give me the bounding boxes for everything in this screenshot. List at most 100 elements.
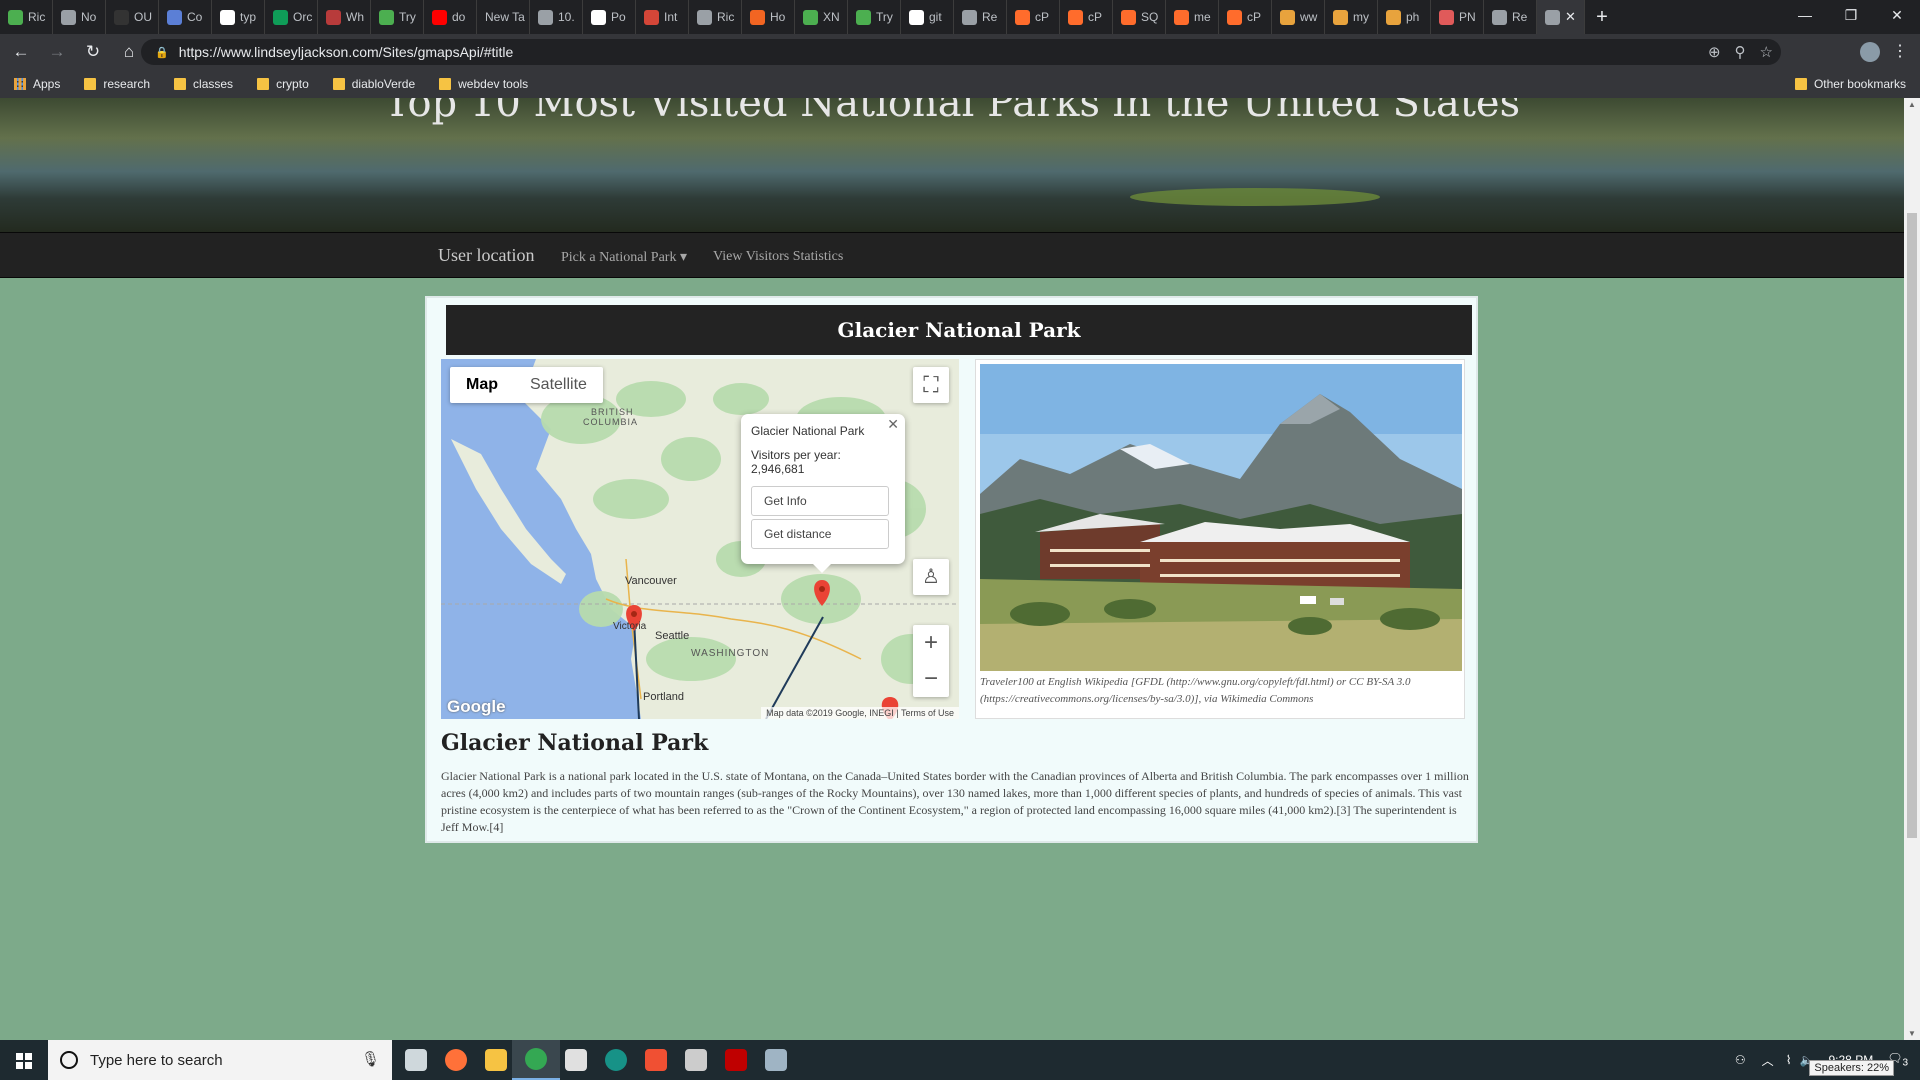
scroll-up-icon[interactable]: ▲ (1908, 100, 1916, 109)
browser-tab[interactable]: git (901, 0, 954, 34)
tab-label: me (1194, 10, 1211, 24)
map-info-window: ✕ Glacier National Park Visitors per yea… (741, 414, 905, 573)
scroll-thumb[interactable] (1907, 213, 1917, 838)
maximize-button[interactable]: ❐ (1828, 0, 1874, 34)
browser-tab[interactable]: SQ (1113, 0, 1166, 34)
browser-tab[interactable]: cP (1007, 0, 1060, 34)
nav-pick-park-dropdown[interactable]: Pick a National Park ▾ (561, 249, 687, 266)
browser-tab[interactable]: Ho (742, 0, 795, 34)
browser-tab[interactable]: Wh (318, 0, 371, 34)
map-label-washington: WASHINGTON (691, 648, 770, 659)
browser-tab[interactable]: typ (212, 0, 265, 34)
minimize-button[interactable]: — (1782, 0, 1828, 34)
bookmark-item[interactable]: research (84, 77, 150, 91)
profile-avatar[interactable] (1860, 42, 1880, 62)
browser-tab[interactable]: PN (1431, 0, 1484, 34)
bookmark-item[interactable]: classes (174, 77, 233, 91)
browser-tab[interactable]: ph (1378, 0, 1431, 34)
card-title: Glacier National Park (446, 305, 1472, 355)
tab-favicon-icon (61, 9, 76, 25)
tab-label: 10. (558, 10, 575, 24)
network-icon[interactable]: ⌇ (1786, 1053, 1792, 1067)
browser-tab[interactable]: ww (1272, 0, 1325, 34)
bookmark-item[interactable]: Apps (14, 77, 60, 91)
browser-tab[interactable]: Re (1484, 0, 1537, 34)
browser-tab[interactable]: Ric (0, 0, 53, 34)
browser-tab[interactable]: cP (1060, 0, 1113, 34)
get-info-button[interactable]: Get Info (751, 486, 889, 516)
browser-tab[interactable]: 10. (530, 0, 583, 34)
browser-tab[interactable]: Re (954, 0, 1007, 34)
terms-of-use-link[interactable]: Terms of Use (901, 708, 954, 718)
browser-tab[interactable]: cP (1219, 0, 1272, 34)
taskbar-app[interactable] (752, 1040, 800, 1080)
tab-label: cP (1247, 10, 1262, 24)
speaker-tooltip: Speakers: 22% (1809, 1060, 1894, 1076)
google-map[interactable]: BRITISH COLUMBIA Vancouver Victoria Seat… (441, 359, 959, 719)
tab-favicon-icon (644, 9, 659, 25)
home-button[interactable]: ⌂ (114, 42, 144, 62)
browser-tab-active[interactable]: ✕ (1537, 0, 1585, 34)
tab-close-icon[interactable]: ✕ (1565, 9, 1576, 25)
windows-taskbar: Type here to search 🎙 ⚇ ︿ ⌇ 🔈 9:28 PM 🗨3… (0, 1040, 1920, 1080)
bookmark-item[interactable]: diabloVerde (332, 77, 416, 91)
address-bar[interactable]: 🔒 https://www.lindseyljackson.com/Sites/… (141, 39, 1781, 65)
browser-tab[interactable]: me (1166, 0, 1219, 34)
browser-tab[interactable]: OU (106, 0, 159, 34)
pegman-streetview-icon[interactable]: ♙ (913, 559, 949, 595)
bookmark-star-icon[interactable]: ☆ (1760, 43, 1773, 61)
folder-icon (439, 78, 452, 90)
tab-favicon-icon (114, 9, 129, 25)
menu-kebab-icon[interactable]: ⋮ (1892, 41, 1908, 61)
nav-visitor-stats[interactable]: View Visitors Statistics (713, 249, 843, 265)
map-attribution: Map data ©2019 Google, INEGI | Terms of … (761, 707, 959, 719)
map-type-satellite-button[interactable]: Satellite (514, 367, 603, 403)
fullscreen-icon[interactable]: ⛶ (913, 367, 949, 403)
new-tab-button[interactable]: + (1585, 6, 1619, 29)
tab-label: Wh (346, 10, 364, 24)
browser-tab[interactable]: New Ta (477, 0, 530, 34)
scroll-down-icon[interactable]: ▼ (1908, 1029, 1916, 1038)
microphone-icon[interactable]: 🎙 (361, 1050, 380, 1068)
browser-tab[interactable]: Try (371, 0, 424, 34)
map-type-map-button[interactable]: Map (450, 367, 514, 403)
bookmark-label: diabloVerde (351, 77, 416, 91)
reload-button[interactable]: ↻ (78, 42, 108, 62)
photos-icon (765, 1049, 787, 1071)
back-button[interactable]: ← (6, 42, 36, 62)
tab-favicon-icon (432, 9, 447, 25)
zoom-out-button[interactable]: − (913, 661, 949, 697)
browser-tab[interactable]: Po (583, 0, 636, 34)
zoom-icon[interactable]: ⚲ (1735, 43, 1746, 61)
browser-tab[interactable]: Try (848, 0, 901, 34)
close-window-button[interactable]: ✕ (1874, 0, 1920, 34)
location-icon[interactable]: ⊕ (1708, 43, 1721, 61)
browser-tab[interactable]: No (53, 0, 106, 34)
info-window-visitors: Visitors per year: 2,946,681 (751, 448, 841, 476)
browser-tab[interactable]: Int (636, 0, 689, 34)
page-scrollbar[interactable]: ▲ ▼ (1904, 98, 1920, 1040)
people-icon[interactable]: ⚇ (1735, 1053, 1746, 1067)
browser-tab[interactable]: Ric (689, 0, 742, 34)
bookmark-item[interactable]: crypto (257, 77, 309, 91)
browser-tab[interactable]: do (424, 0, 477, 34)
forward-button[interactable]: → (42, 42, 72, 62)
zoom-in-button[interactable]: + (913, 625, 949, 661)
tab-favicon-icon (1333, 9, 1348, 25)
tray-overflow-icon[interactable]: ︿ (1762, 1052, 1774, 1069)
bookmark-item[interactable]: webdev tools (439, 77, 528, 91)
start-button[interactable] (0, 1040, 48, 1080)
get-distance-button[interactable]: Get distance (751, 519, 889, 549)
taskbar-search[interactable]: Type here to search 🎙 (48, 1040, 392, 1080)
info-window-close-icon[interactable]: ✕ (887, 416, 899, 433)
other-bookmarks-label: Other bookmarks (1813, 77, 1906, 91)
browser-tab[interactable]: Co (159, 0, 212, 34)
tab-label: SQ (1141, 10, 1159, 24)
bookmarks-bar: Apps research classes crypto diabloVerde webd… (0, 70, 1920, 98)
nav-user-location[interactable]: User location (438, 245, 534, 266)
other-bookmarks[interactable]: Other bookmarks (1794, 77, 1906, 91)
browser-tab[interactable]: Orc (265, 0, 318, 34)
browser-tab[interactable]: my (1325, 0, 1378, 34)
browser-tab[interactable]: XN (795, 0, 848, 34)
tab-label: No (81, 10, 97, 24)
